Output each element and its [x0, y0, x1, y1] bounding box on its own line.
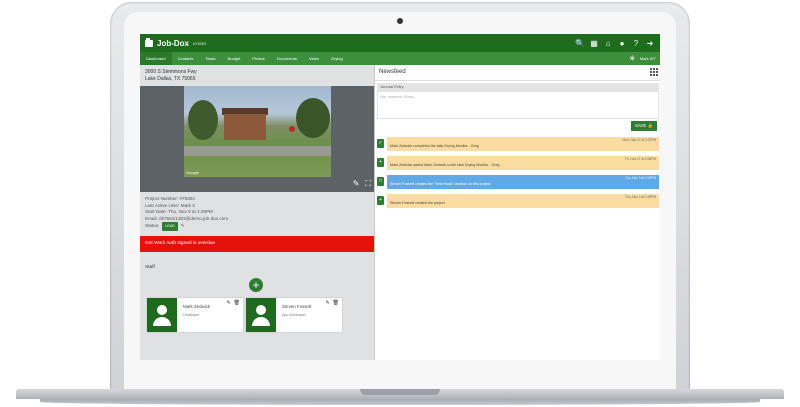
feed-text: Mark Zedwick added Mark Zedwick to the t… [390, 163, 500, 167]
feed-date: Mon, Nov 27 at 2:22PM [622, 138, 657, 142]
add-staff-button[interactable]: + [249, 278, 263, 292]
tab-photos[interactable]: Photos [246, 52, 270, 65]
status-badge[interactable]: LEAD [162, 222, 178, 231]
document-icon: □ [377, 177, 384, 186]
webcam [397, 18, 403, 24]
road-shape [184, 146, 331, 156]
last-active-line: Last Active User: Mark Z [145, 202, 196, 208]
tab-tasks[interactable]: Tasks [199, 52, 221, 65]
edit-icon[interactable]: ✎ [353, 179, 360, 189]
staff-label: Staff [145, 265, 155, 270]
project-number: #75303 [193, 40, 207, 46]
street-view-area: Google ✎ ⛶ [140, 86, 374, 192]
top-bar: Job-Dox #75303 🔍 ▦ ⌂ ● ? ➜ [140, 34, 660, 52]
staff-card[interactable]: Mark Zedwick Developer ✎ 🗑 [147, 298, 243, 332]
top-icons: 🔍 ▦ ⌂ ● ? ➜ [575, 39, 654, 48]
status-row: Status: LEAD ✎ [145, 222, 228, 231]
staff-card[interactable]: Steven Fossett App Developer ✎ 🗑 [246, 298, 342, 332]
trash-icon[interactable]: 🗑 [234, 300, 240, 306]
feed-bubble[interactable]: Thu, Nov 9 at 2:29PM Steven Fossett crea… [387, 175, 659, 189]
project-panel: 3000 S Stemmons Fwy Lake Dallas, TX 7506… [140, 65, 374, 360]
staff-card-tools: ✎ 🗑 [325, 300, 339, 306]
journal-input[interactable]: Hm, learned, Entry... [377, 91, 659, 119]
user-icon[interactable]: ● [618, 39, 626, 48]
brand-logo[interactable]: Job-Dox [157, 39, 189, 48]
newsfeed-header: Newsfeed [375, 65, 660, 81]
address-line-1: 3000 S Stemmons Fwy [145, 69, 197, 75]
feed-bubble[interactable]: Thu, Nov 9 at 2:29PM Steven Fossett crea… [387, 194, 659, 208]
laptop-notch [360, 389, 440, 395]
overdue-alert[interactable]: Get Work Auth signed is overdue [140, 236, 374, 252]
edit-icon[interactable]: ✎ [325, 300, 329, 306]
task-check-icon: ✓ [377, 139, 384, 148]
list-item: + Fri, Nov 17 at 2:08PM Mark Zedwick add… [377, 156, 660, 170]
grid-icon[interactable]: ▦ [590, 39, 598, 48]
feed-bubble[interactable]: Fri, Nov 17 at 2:08PM Mark Zedwick added… [387, 156, 659, 170]
user-label[interactable]: Mark S/T [640, 56, 656, 61]
street-view-photo[interactable]: Google [184, 86, 331, 177]
feed-text: Mark Zedwick completed the task Drying M… [390, 144, 479, 148]
project-number-line: Project Number: #75303 [145, 196, 195, 201]
staff-card-tools: ✎ 🗑 [226, 300, 240, 306]
email-line[interactable]: Email: dk7504/1303@demo.job-dox.com [145, 216, 228, 223]
address-line-2: Lake Dallas, TX 75065 [145, 76, 196, 82]
tree-shape [296, 98, 330, 138]
app-screen: Job-Dox #75303 🔍 ▦ ⌂ ● ? ➜ Dashboard Con… [140, 34, 660, 360]
feed-date: Fri, Nov 17 at 2:08PM [624, 157, 656, 161]
task-add-icon: + [377, 158, 384, 167]
feed-date: Thu, Nov 9 at 2:29PM [624, 195, 656, 199]
nav-right: ☀ Mark S/T [629, 54, 656, 63]
list-item: □ Thu, Nov 9 at 2:29PM Steven Fossett cr… [377, 175, 660, 189]
status-label: Status: [145, 223, 160, 229]
house-shape [224, 114, 266, 140]
staff-name: Steven Fossett [282, 304, 312, 309]
tab-video[interactable]: Video [303, 52, 325, 65]
save-button[interactable]: SAVE 🔒 [631, 121, 657, 131]
project-info: Project Number: #75303 Last Active User:… [145, 196, 228, 231]
list-item: + Thu, Nov 9 at 2:29PM Steven Fossett cr… [377, 194, 660, 208]
search-icon[interactable]: 🔍 [575, 39, 585, 48]
tab-budget[interactable]: Budget [222, 52, 247, 65]
help-icon[interactable]: ? [632, 39, 640, 48]
home-icon[interactable]: ⌂ [604, 39, 612, 48]
tab-dashboard[interactable]: Dashboard [140, 52, 172, 65]
list-item: ✓ Mon, Nov 27 at 2:22PM Mark Zedwick com… [377, 137, 660, 151]
logout-icon[interactable]: ➜ [646, 39, 654, 48]
staff-role: Developer [183, 313, 200, 317]
edit-status-icon[interactable]: ✎ [181, 223, 185, 230]
grid-icon[interactable] [650, 68, 658, 76]
start-date-line: Start Date: Thu, Nov 9 at 2:29PM [145, 209, 213, 215]
edit-icon[interactable]: ✎ [226, 300, 230, 306]
staff-name: Mark Zedwick [183, 304, 211, 309]
avatar [147, 298, 177, 332]
tree-shape [188, 100, 218, 140]
feed-date: Thu, Nov 9 at 2:29PM [624, 176, 656, 180]
laptop-base-bottom [40, 399, 760, 405]
tab-drying[interactable]: Drying [325, 52, 349, 65]
feed-text: Steven Fossett created the "New Hood" cr… [390, 182, 491, 186]
weather-icon[interactable]: ☀ [629, 54, 636, 63]
google-watermark: Google [186, 170, 199, 175]
project-address: 3000 S Stemmons Fwy Lake Dallas, TX 7506… [145, 69, 197, 83]
nav-bar: Dashboard Contacts Tasks Budget Photos D… [140, 52, 660, 65]
newsfeed-panel: Newsfeed Journal Entry Hm, learned, Entr… [374, 65, 660, 360]
fullscreen-icon[interactable]: ⛶ [365, 179, 371, 189]
save-label: SAVE [634, 123, 647, 128]
feed-bubble[interactable]: Mon, Nov 27 at 2:22PM Mark Zedwick compl… [387, 137, 659, 151]
laptop-base [0, 389, 800, 407]
tab-documents[interactable]: Documents [271, 52, 303, 65]
stop-sign [289, 126, 295, 132]
staff-role: App Developer [282, 313, 306, 317]
newsfeed-title: Newsfeed [379, 69, 406, 75]
task-add-icon: + [377, 196, 384, 205]
tab-contacts[interactable]: Contacts [172, 52, 200, 65]
newsfeed-list: ✓ Mon, Nov 27 at 2:22PM Mark Zedwick com… [377, 137, 660, 213]
folder-icon [145, 37, 153, 47]
trash-icon[interactable]: 🗑 [333, 300, 339, 306]
photo-tools: ✎ ⛶ [353, 179, 371, 189]
avatar [246, 298, 276, 332]
feed-text: Steven Fossett created the project [390, 201, 445, 205]
journal-label: Journal Entry [377, 83, 659, 91]
